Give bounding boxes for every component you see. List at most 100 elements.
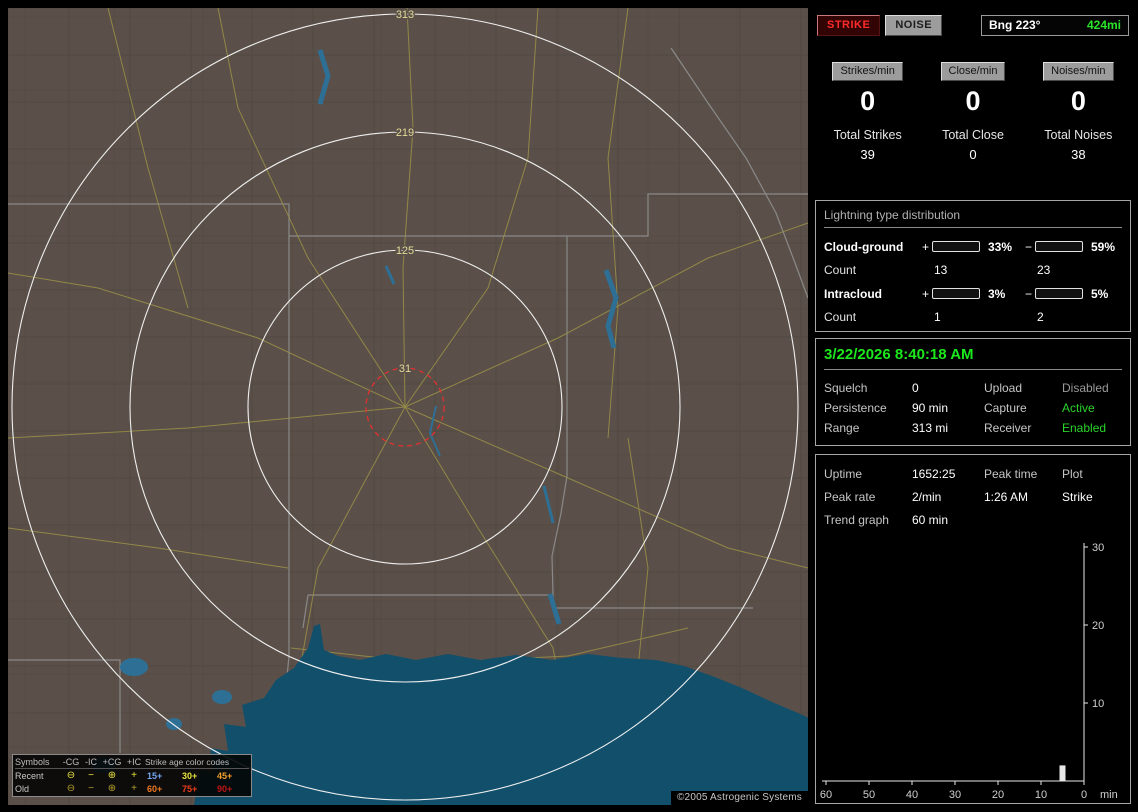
legend-recent-label: Recent <box>15 770 44 781</box>
pos-ic-icon: + <box>131 769 137 781</box>
peak-rate-row: Peak rate 2/min 1:26 AM Strike <box>824 485 1122 508</box>
peak-time-value: 1:26 AM <box>984 489 1029 504</box>
ring-label-219: 219 <box>396 127 414 139</box>
ring-label-31: 31 <box>399 363 411 375</box>
age-60: 60+ <box>147 783 163 794</box>
minus-sign-ic: − <box>1024 286 1032 301</box>
legend-old-label: Old <box>15 783 30 794</box>
age-15: 15+ <box>147 770 163 781</box>
total-close-label: Total Close <box>942 128 1004 142</box>
total-strikes-label: Total Strikes <box>833 128 902 142</box>
svg-text:10: 10 <box>1092 698 1104 710</box>
age-30: 30+ <box>182 770 198 781</box>
neg-ic-bar <box>1035 288 1083 299</box>
top-toolbar: STRIKE NOISE Bng 223° 424mi <box>817 14 1129 36</box>
age-45: 45+ <box>217 770 233 781</box>
age-90: 90+ <box>217 783 233 794</box>
svg-text:20: 20 <box>992 789 1004 801</box>
count-label: Count <box>824 263 857 277</box>
pos-cg-percent: 33% <box>988 239 1013 254</box>
strike-button[interactable]: STRIKE <box>817 14 881 36</box>
settings-row-1: Squelch 0 Upload Disabled <box>824 378 1122 398</box>
neg-cg-icon-old: ⊖ <box>66 782 76 794</box>
persistence-value: 90 min <box>912 401 949 415</box>
pos-cg-icon-old: ⊕ <box>107 782 117 794</box>
neg-ic-count: 2 <box>1037 310 1044 324</box>
map-canvas: 313 219 125 31 <box>8 8 808 805</box>
persistence-label: Persistence <box>824 401 887 415</box>
squelch-label: Squelch <box>824 381 868 395</box>
strikes-per-min-value: 0 <box>860 86 876 116</box>
ring-label-313: 313 <box>396 9 414 21</box>
svg-text:30: 30 <box>1092 542 1104 554</box>
trend-window-value: 60 min <box>912 512 949 527</box>
upload-status: Disabled <box>1062 381 1109 395</box>
plot-value: Strike <box>1062 489 1093 504</box>
svg-text:40: 40 <box>906 789 918 801</box>
svg-text:20: 20 <box>1092 620 1104 632</box>
close-per-min-value: 0 <box>965 86 981 116</box>
upload-label: Upload <box>984 381 1023 395</box>
total-strikes-value: 39 <box>860 147 875 162</box>
receiver-status: Enabled <box>1062 421 1107 435</box>
legend-col-pos-ic: +IC <box>126 757 142 767</box>
intracloud-label: Intracloud <box>824 286 883 301</box>
plus-sign-ic: + <box>921 286 929 301</box>
legend-col-pos-cg: +CG <box>102 757 122 767</box>
close-column: Close/min 0 Total Close 0 <box>920 62 1025 162</box>
date-time: 3/22/2026 8:40:18 AM <box>824 346 1122 370</box>
map-legend: Symbols -CG -IC +CG +IC Strike age color… <box>12 754 252 797</box>
pos-ic-percent: 3% <box>988 286 1006 301</box>
range-value: 313 mi <box>912 421 949 435</box>
intracloud-count-row: Count 1 2 <box>824 304 1122 330</box>
pos-ic-bar <box>932 288 980 299</box>
svg-text:0: 0 <box>1081 789 1087 801</box>
bearing-readout: Bng 223° 424mi <box>981 14 1129 36</box>
noise-button[interactable]: NOISE <box>885 14 943 36</box>
total-noises-label: Total Noises <box>1044 128 1113 142</box>
cloud-ground-count-row: Count 13 23 <box>824 257 1122 283</box>
svg-text:60: 60 <box>820 789 832 801</box>
pos-cg-bar <box>932 241 980 252</box>
total-noises-value: 38 <box>1071 147 1086 162</box>
svg-text:min: min <box>1100 789 1118 801</box>
trend-row: Trend graph 60 min <box>824 508 1122 531</box>
uptime-row: Uptime 1652:25 Peak time Plot <box>824 462 1122 485</box>
pos-ic-icon-old: + <box>131 782 137 794</box>
noises-per-min-chip[interactable]: Noises/min <box>1043 62 1114 81</box>
intracloud-row: Intracloud + 3% − 5% <box>824 283 1122 304</box>
age-75: 75+ <box>182 783 198 794</box>
uptime-value: 1652:25 <box>912 466 956 481</box>
neg-ic-percent: 5% <box>1091 286 1109 301</box>
settings-row-3: Range 313 mi Receiver Enabled <box>824 418 1122 438</box>
neg-cg-icon: ⊖ <box>66 769 76 781</box>
settings-row-2: Persistence 90 min Capture Active <box>824 398 1122 418</box>
capture-status: Active <box>1062 401 1095 415</box>
lightning-map[interactable]: 313 219 125 31 Symbols -CG -IC +CG +IC S… <box>8 8 808 805</box>
legend-row-recent: Recent ⊖ − ⊕ + 15+ 30+ 45+ <box>15 769 249 782</box>
legend-header: Symbols -CG -IC +CG +IC Strike age color… <box>15 756 249 769</box>
svg-text:50: 50 <box>863 789 875 801</box>
status-panel: STRIKE NOISE Bng 223° 424mi Strikes/min … <box>815 8 1131 805</box>
neg-cg-count: 23 <box>1037 263 1051 277</box>
range-label: Range <box>824 421 860 435</box>
distribution-title: Lightning type distribution <box>824 208 1122 228</box>
peak-rate-value: 2/min <box>912 489 942 504</box>
pos-ic-count: 1 <box>934 310 941 324</box>
bearing-label: Bng 223° <box>989 18 1041 32</box>
trend-graph-label: Trend graph <box>824 512 889 527</box>
strikes-column: Strikes/min 0 Total Strikes 39 <box>815 62 920 162</box>
pos-cg-count: 13 <box>934 263 948 277</box>
legend-col-neg-cg: -CG <box>62 757 80 767</box>
clock-settings-box: 3/22/2026 8:40:18 AM Squelch 0 Upload Di… <box>815 338 1131 446</box>
uptime-trend-box: Uptime 1652:25 Peak time Plot Peak rate … <box>815 454 1131 804</box>
strikes-per-min-chip[interactable]: Strikes/min <box>832 62 903 81</box>
rate-stats: Strikes/min 0 Total Strikes 39 Close/min… <box>815 62 1131 162</box>
svg-text:30: 30 <box>949 789 961 801</box>
cloud-ground-row: Cloud-ground + 33% − 59% <box>824 236 1122 257</box>
neg-cg-percent: 59% <box>1091 239 1116 254</box>
close-per-min-chip[interactable]: Close/min <box>940 62 1006 81</box>
legend-col-neg-ic: -IC <box>85 757 97 767</box>
total-close-value: 0 <box>969 147 977 162</box>
legend-age-header: Strike age color codes <box>145 757 230 767</box>
